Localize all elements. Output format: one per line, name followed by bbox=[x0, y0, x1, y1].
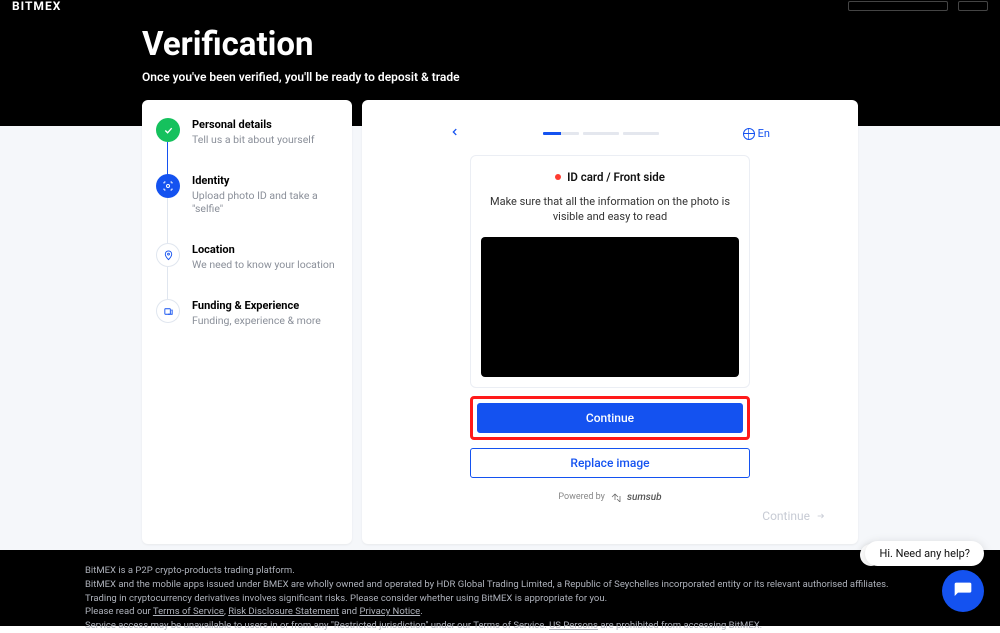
footer-line: Trading in cryptocurrency derivatives in… bbox=[85, 592, 1000, 606]
chat-prompt[interactable]: Hi. Need any help? bbox=[865, 541, 984, 566]
step-funding[interactable]: Funding & Experience Funding, experience… bbox=[156, 299, 338, 327]
chat-icon bbox=[953, 581, 973, 601]
instruction-text: Make sure that all the information on th… bbox=[485, 194, 735, 225]
header-controls bbox=[848, 1, 988, 11]
record-dot-icon bbox=[555, 174, 561, 180]
step-subtitle: Funding, experience & more bbox=[192, 314, 321, 327]
funding-icon bbox=[156, 299, 180, 323]
continue-button[interactable]: Continue bbox=[477, 403, 743, 433]
step-title: Location bbox=[192, 243, 335, 256]
verification-panel: En ID card / Front side Make sure that a… bbox=[362, 100, 858, 544]
globe-icon bbox=[743, 128, 755, 140]
header-button[interactable] bbox=[958, 1, 988, 11]
step-identity[interactable]: Identity Upload photo ID and take a "sel… bbox=[156, 174, 338, 243]
step-title: Personal details bbox=[192, 118, 315, 131]
step-subtitle: We need to know your location bbox=[192, 258, 335, 271]
footer-line: Please read our Terms of Service, Risk D… bbox=[85, 605, 1000, 619]
arrow-right-icon bbox=[816, 511, 826, 521]
privacy-link[interactable]: Privacy Notice bbox=[360, 606, 421, 617]
step-title: Identity bbox=[192, 174, 338, 187]
step-subtitle: Tell us a bit about yourself bbox=[192, 133, 315, 146]
header-dropdown[interactable] bbox=[848, 1, 948, 11]
id-icon bbox=[156, 174, 180, 198]
page-footer: BitMEX is a P2P crypto-products trading … bbox=[0, 550, 1000, 626]
back-button[interactable] bbox=[450, 126, 460, 141]
brand-logo[interactable]: BITMEX bbox=[12, 0, 61, 13]
risk-link[interactable]: Risk Disclosure Statement bbox=[228, 606, 339, 617]
footer-line: BitMEX and the mobile apps issued under … bbox=[85, 578, 1000, 592]
step-title: Funding & Experience bbox=[192, 299, 321, 312]
location-icon bbox=[156, 243, 180, 267]
panel-continue-button: Continue bbox=[746, 502, 842, 530]
language-selector[interactable]: En bbox=[743, 127, 770, 140]
highlight-annotation: Continue bbox=[470, 396, 750, 440]
replace-image-button[interactable]: Replace image bbox=[470, 448, 750, 478]
id-upload-card: ID card / Front side Make sure that all … bbox=[470, 155, 750, 388]
check-icon bbox=[156, 118, 180, 142]
chat-launcher-button[interactable] bbox=[942, 570, 984, 612]
card-title: ID card / Front side bbox=[567, 170, 665, 184]
terms-link[interactable]: Terms of Service bbox=[153, 606, 224, 617]
steps-sidebar: Personal details Tell us a bit about you… bbox=[142, 100, 352, 544]
sumsub-icon bbox=[610, 492, 622, 502]
progress-bar bbox=[543, 132, 659, 135]
id-photo-preview bbox=[481, 237, 739, 377]
step-subtitle: Upload photo ID and take a "selfie" bbox=[192, 189, 338, 215]
footer-line: BitMEX is a P2P crypto-products trading … bbox=[85, 564, 1000, 578]
step-location[interactable]: Location We need to know your location bbox=[156, 243, 338, 299]
step-personal-details[interactable]: Personal details Tell us a bit about you… bbox=[156, 118, 338, 174]
page-subtitle: Once you've been verified, you'll be rea… bbox=[142, 70, 1000, 84]
